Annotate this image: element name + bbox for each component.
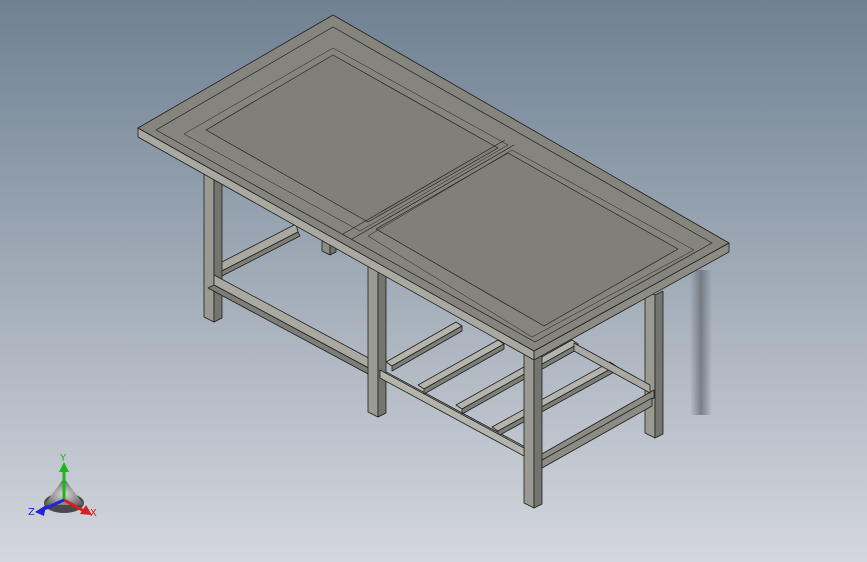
table-leg-front-left <box>203 171 223 323</box>
triad-z-label: Z <box>28 507 35 518</box>
triad-y-label: Y <box>59 453 67 464</box>
model-shadow <box>690 270 712 415</box>
table-leg-front-right <box>523 349 543 509</box>
table-leg-back-right <box>644 289 664 439</box>
triad-x-label: X <box>90 508 97 519</box>
table-leg-middle <box>367 265 387 418</box>
graphics-viewport[interactable]: Y X Z <box>0 0 867 562</box>
